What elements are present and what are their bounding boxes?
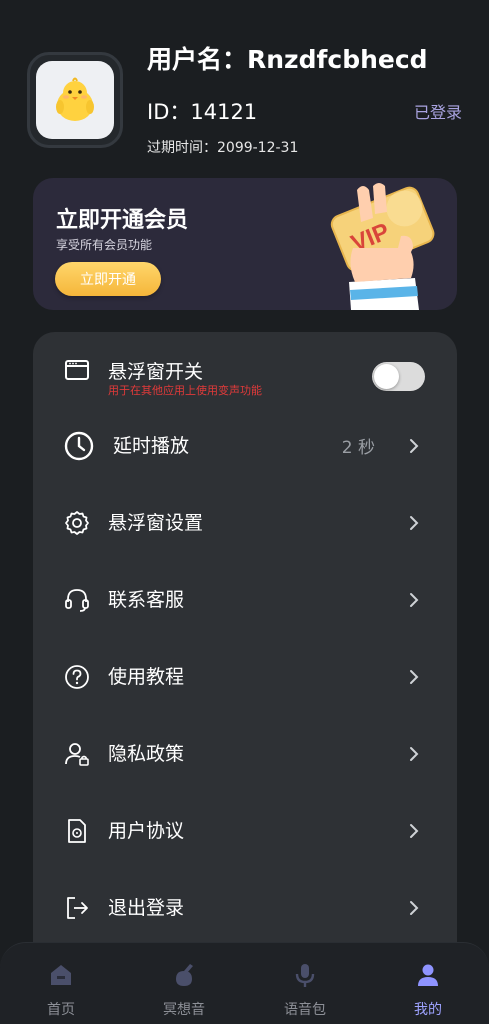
- chevron-right-icon: [410, 593, 419, 607]
- nav-meditation[interactable]: 冥想音: [139, 961, 229, 1021]
- chevron-right-icon: [410, 439, 419, 453]
- delay-playback-row[interactable]: 延时播放 2 秒: [33, 416, 457, 476]
- profile-icon: [418, 964, 438, 986]
- avatar: [36, 61, 114, 139]
- help-icon: [65, 665, 89, 689]
- chevron-right-icon: [410, 824, 419, 838]
- logout-label: 退出登录: [108, 897, 185, 919]
- float-settings-row[interactable]: 悬浮窗设置: [33, 493, 457, 553]
- document-icon: [68, 819, 86, 843]
- vip-open-button[interactable]: 立即开通: [55, 262, 161, 296]
- customer-service-row[interactable]: 联系客服: [33, 570, 457, 630]
- nav-home-label: 首页: [47, 1002, 75, 1018]
- chevron-right-icon: [410, 747, 419, 761]
- nav-mine[interactable]: 我的: [383, 961, 473, 1021]
- privacy-policy-row[interactable]: 隐私政策: [33, 724, 457, 784]
- login-status: 已登录: [413, 103, 462, 122]
- nav-home[interactable]: 首页: [16, 961, 106, 1021]
- switch-knob: [374, 364, 399, 389]
- bottom-nav: 首页 冥想音 语音包 我的: [0, 942, 489, 1024]
- gear-icon: [65, 511, 89, 535]
- tutorial-row[interactable]: 使用教程: [33, 647, 457, 707]
- logout-row[interactable]: 退出登录: [33, 878, 457, 938]
- meditation-icon: [176, 964, 193, 986]
- delay-playback-label: 延时播放: [113, 435, 190, 457]
- chevron-right-icon: [410, 670, 419, 684]
- vip-title: 立即开通会员: [56, 208, 189, 233]
- chick-avatar-icon: [56, 77, 94, 121]
- user-agreement-row[interactable]: 用户协议: [33, 801, 457, 861]
- avatar-frame[interactable]: [27, 52, 123, 148]
- headset-icon: [65, 589, 89, 612]
- user-id: ID：14121: [147, 100, 258, 124]
- expire-date: 过期时间：2099-12-31: [147, 140, 299, 156]
- privacy-policy-label: 隐私政策: [108, 743, 185, 765]
- clock-icon: [64, 431, 94, 461]
- nav-voice-pack[interactable]: 语音包: [260, 961, 350, 1021]
- float-window-hint: 用于在其他应用上使用变声功能: [108, 384, 262, 397]
- vip-banner[interactable]: 立即开通会员 享受所有会员功能 立即开通 VIP: [33, 178, 457, 310]
- chevron-right-icon: [410, 901, 419, 915]
- customer-service-label: 联系客服: [108, 589, 185, 611]
- vip-card-hand-icon: VIP: [330, 183, 435, 310]
- nav-mine-label: 我的: [414, 1002, 442, 1018]
- microphone-icon: [295, 964, 315, 987]
- window-icon: [65, 360, 89, 380]
- tutorial-label: 使用教程: [108, 666, 185, 688]
- float-window-switch[interactable]: [372, 362, 425, 391]
- profile-page: 用户名：Rnzdfcbhecd ID：14121 过期时间：2099-12-31…: [0, 0, 489, 1024]
- float-window-toggle-row[interactable]: 悬浮窗开关 用于在其他应用上使用变声功能: [33, 340, 457, 406]
- chevron-right-icon: [410, 516, 419, 530]
- delay-value: 2 秒: [341, 438, 375, 458]
- username: 用户名：Rnzdfcbhecd: [147, 45, 428, 74]
- user-agreement-label: 用户协议: [108, 820, 185, 842]
- user-lock-icon: [65, 743, 89, 766]
- float-window-label: 悬浮窗开关: [108, 361, 204, 383]
- logout-icon: [67, 897, 88, 919]
- vip-subtitle: 享受所有会员功能: [56, 238, 153, 252]
- float-settings-label: 悬浮窗设置: [108, 512, 204, 534]
- nav-voice-pack-label: 语音包: [284, 1002, 326, 1018]
- nav-meditation-label: 冥想音: [163, 1002, 205, 1018]
- settings-card: 悬浮窗开关 用于在其他应用上使用变声功能 延时播放 2 秒 悬浮窗设置 联系客服…: [33, 332, 457, 992]
- home-icon: [51, 965, 71, 985]
